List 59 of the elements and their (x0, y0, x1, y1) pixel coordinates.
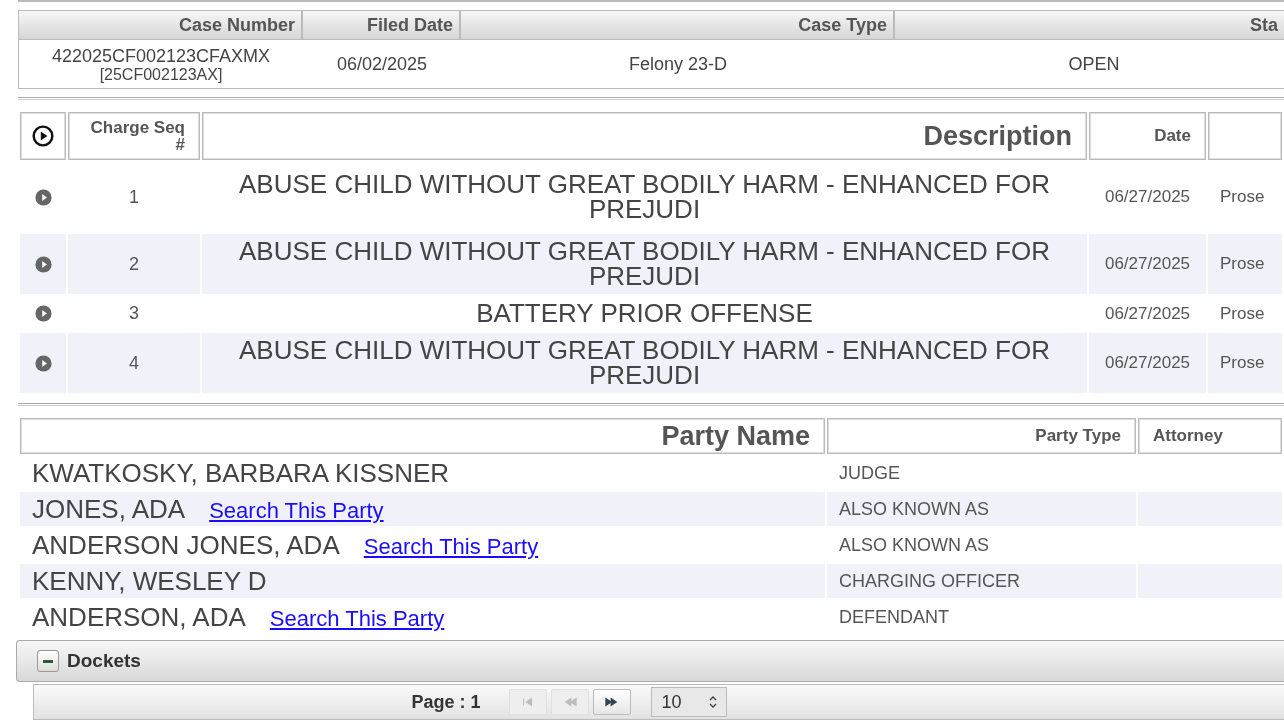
column-header: Party Name (20, 418, 825, 454)
column-header: Date (1089, 112, 1206, 160)
expand-row-icon[interactable] (34, 188, 52, 206)
bar-triangle-icon (520, 695, 535, 709)
case-type: Felony 23-D (628, 53, 727, 74)
search-party-link[interactable]: Search This Party (363, 533, 539, 559)
column-header: Case Type (461, 11, 895, 40)
charge-disposition: Prose (1220, 303, 1265, 323)
page-size-select[interactable]: 10 (650, 687, 727, 717)
charge-seq: 2 (129, 253, 139, 274)
case-number-alt: [25CF002123AX] (98, 65, 224, 83)
collapse-icon[interactable] (37, 650, 59, 672)
party-name: ANDERSON, ADA (32, 601, 246, 632)
party-type: ALSO KNOWN AS (839, 534, 990, 555)
search-party-link[interactable]: Search This Party (209, 497, 384, 523)
dockets-panel-header[interactable]: Dockets (16, 640, 1284, 682)
expand-row-icon[interactable] (34, 305, 52, 322)
double-triangle-right-icon (604, 695, 619, 709)
party-type: DEFENDANT (839, 606, 949, 627)
column-header: Party Type (827, 418, 1136, 454)
charge-disposition: Prose (1220, 187, 1265, 206)
charge-description: BATTERY PRIOR OFFENSE (476, 298, 813, 328)
charge-description: ABUSE CHILD WITHOUT GREAT BODILY HARM - ENHANCED FOR PREJUDI (239, 169, 1050, 224)
column-header: Attorney (1138, 418, 1282, 454)
charge-disposition: Prose (1220, 353, 1265, 372)
expand-row-icon[interactable] (34, 255, 52, 273)
case-status: OPEN (1068, 53, 1120, 74)
party-name: JONES, ADA (32, 493, 186, 524)
charge-description: ABUSE CHILD WITHOUT GREAT BODILY HARM - ENHANCED FOR PREJUDI (239, 335, 1050, 390)
expand-row-icon[interactable] (34, 354, 52, 372)
charge-date: 06/27/2025 (1104, 353, 1191, 372)
charge-seq: 3 (129, 303, 139, 323)
updown-caret-icon (707, 695, 718, 709)
column-header: Case Number (19, 11, 303, 40)
charge-date: 06/27/2025 (1104, 303, 1191, 323)
filed-date: 06/02/2025 (336, 53, 428, 74)
party-type: CHARGING OFFICER (839, 570, 1020, 591)
party-name: KENNY, WESLEY D (32, 565, 267, 596)
case-number: 422025CF002123CFAXMX (50, 45, 272, 66)
charge-seq: 1 (129, 186, 139, 207)
charge-date: 06/27/2025 (1104, 187, 1191, 206)
party-name: ANDERSON JONES, ADA (32, 529, 340, 560)
next-page-button[interactable] (592, 689, 631, 715)
charge-seq: 4 (129, 352, 139, 373)
party-type: ALSO KNOWN AS (839, 498, 990, 519)
search-party-link[interactable]: Search This Party (269, 605, 445, 631)
double-triangle-left-icon (562, 695, 577, 709)
party-type: JUDGE (839, 462, 900, 483)
column-header: Description (202, 112, 1087, 160)
dockets-title: Dockets (67, 650, 141, 672)
column-header: Filed Date (303, 11, 461, 40)
column-header: Sta (895, 11, 1284, 40)
charge-disposition: Prose (1220, 254, 1265, 273)
charge-description: ABUSE CHILD WITHOUT GREAT BODILY HARM - ENHANCED FOR PREJUDI (239, 236, 1050, 291)
column-header: Charge Seq # (68, 112, 200, 160)
party-name: KWATKOSKY, BARBARA KISSNER (32, 457, 450, 488)
page-label: Page : 1 (411, 691, 481, 713)
charge-date: 06/27/2025 (1104, 254, 1191, 273)
expand-all-icon (32, 125, 54, 147)
